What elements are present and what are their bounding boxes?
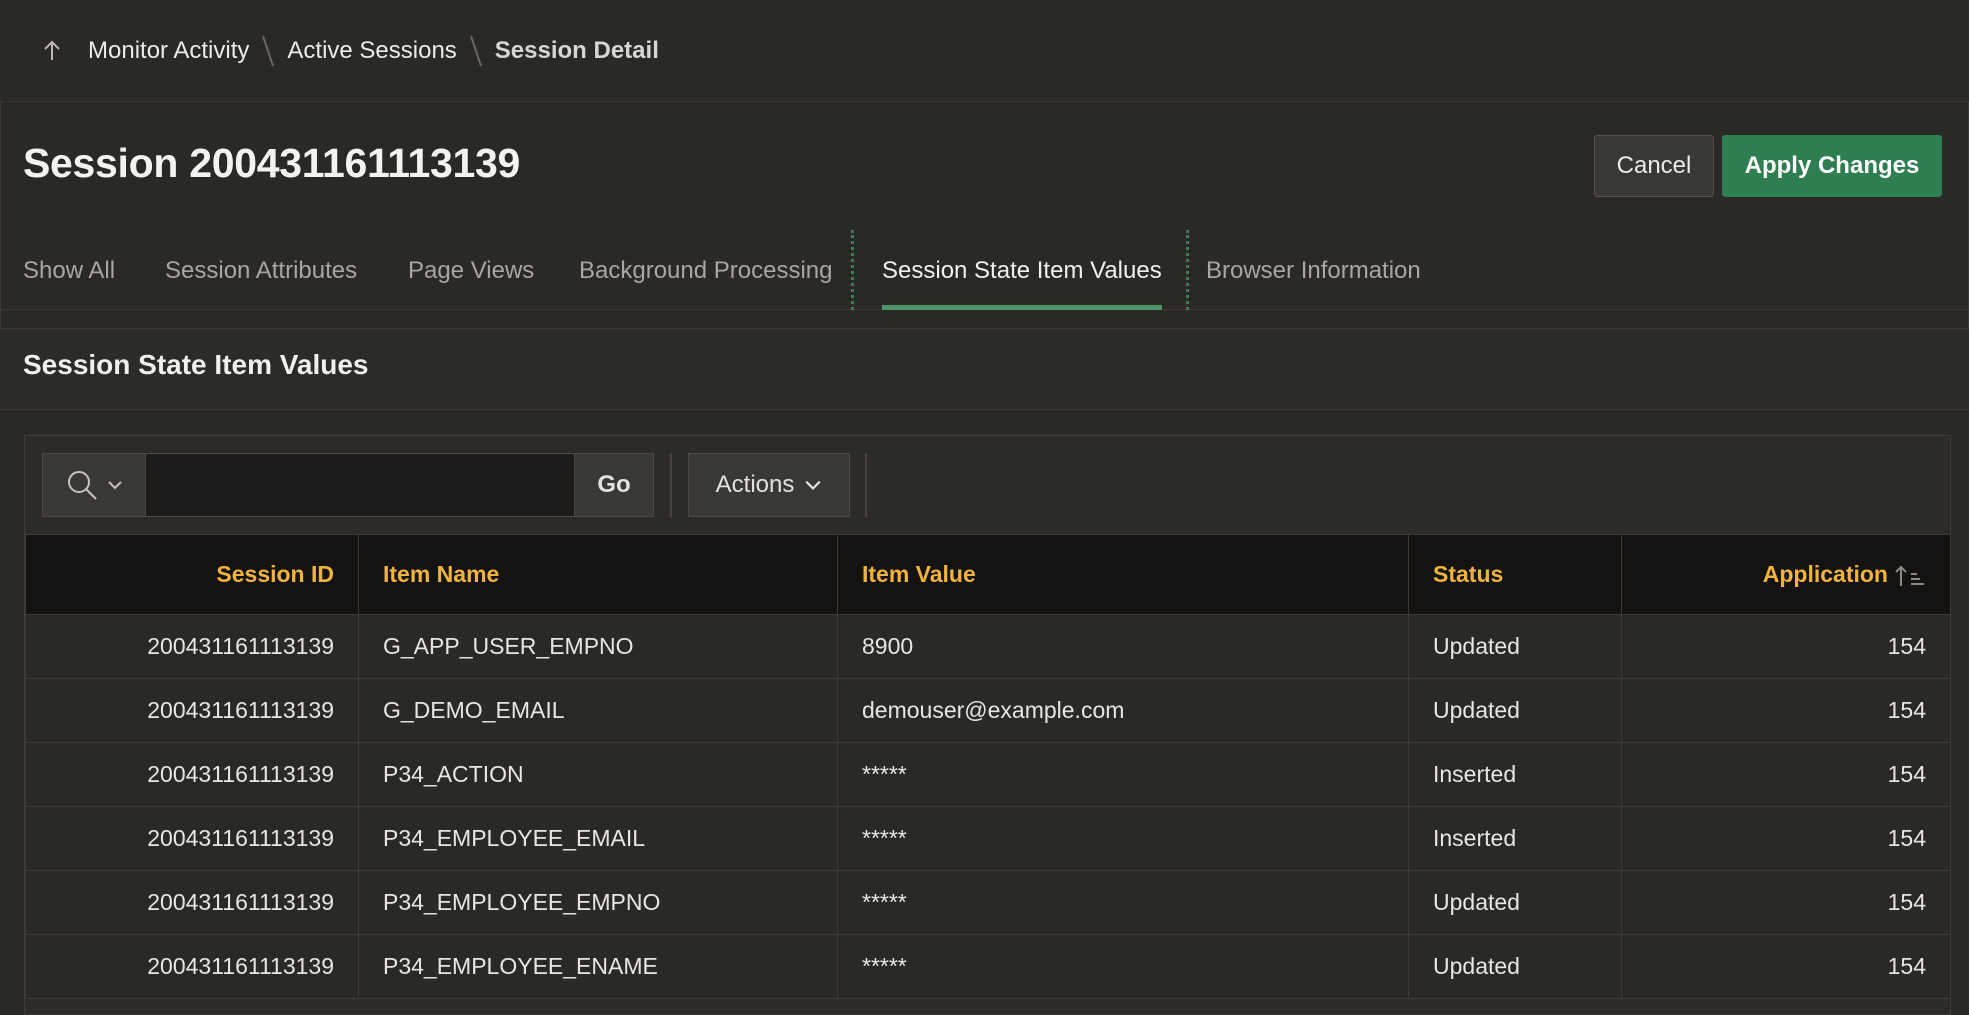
cell-application: 154 (1621, 870, 1951, 935)
cell-session-id: 200431161113139 (25, 614, 359, 679)
actions-label: Actions (715, 471, 795, 498)
tab-session-attributes[interactable]: Session Attributes (165, 230, 357, 310)
column-header-item-value[interactable]: Item Value (837, 534, 1409, 615)
table-row: 200431161113139 P34_EMPLOYEE_EMAIL *****… (25, 806, 1951, 871)
table-header-row: Session ID Item Name Item Value Status A… (25, 534, 1951, 615)
column-header-application[interactable]: Application (1621, 534, 1951, 615)
region-header: Session State Item Values (0, 328, 1969, 410)
breadcrumb-active-sessions[interactable]: Active Sessions (287, 37, 456, 65)
cell-session-id: 200431161113139 (25, 678, 359, 743)
cell-item-name: P34_EMPLOYEE_ENAME (358, 934, 838, 999)
cell-session-id: 200431161113139 (25, 806, 359, 871)
toolbar-divider (865, 453, 867, 517)
cancel-button[interactable]: Cancel (1594, 135, 1714, 197)
cell-session-id: 200431161113139 (25, 742, 359, 807)
cell-item-value: ***** (837, 742, 1409, 807)
arrow-up-icon[interactable] (40, 39, 64, 63)
column-header-item-name[interactable]: Item Name (358, 534, 838, 615)
tab-page-views[interactable]: Page Views (408, 230, 534, 310)
sort-ascending-icon (1895, 565, 1924, 586)
cell-status: Inserted (1408, 806, 1622, 871)
search-icon (68, 471, 97, 500)
tab-session-state-item-values[interactable]: Session State Item Values (882, 230, 1162, 310)
table-row: 200431161113139 P34_EMPLOYEE_EMPNO *****… (25, 870, 1951, 935)
table-row: 200431161113139 P34_EMPLOYEE_ENAME *****… (25, 934, 1951, 999)
column-header-application-label: Application (1762, 561, 1888, 587)
tab-browser-information[interactable]: Browser Information (1206, 230, 1421, 310)
breadcrumb-separator-icon (262, 35, 275, 66)
cell-status: Updated (1408, 678, 1622, 743)
column-header-status[interactable]: Status (1408, 534, 1622, 615)
page-title: Session 200431161113139 (23, 140, 520, 186)
cell-application: 154 (1621, 678, 1951, 743)
tab-show-all[interactable]: Show All (23, 230, 115, 310)
table-row: 200431161113139 P34_ACTION ***** Inserte… (25, 742, 1951, 807)
go-button[interactable]: Go (574, 453, 654, 517)
tab-divider (851, 230, 854, 310)
cell-status: Inserted (1408, 742, 1622, 807)
cell-status: Updated (1408, 934, 1622, 999)
cell-status: Updated (1408, 870, 1622, 935)
cell-item-value: ***** (837, 870, 1409, 935)
cell-item-name: P34_ACTION (358, 742, 838, 807)
cell-item-value: ***** (837, 806, 1409, 871)
tab-background-processing[interactable]: Background Processing (579, 230, 832, 310)
cell-session-id: 200431161113139 (25, 870, 359, 935)
cell-item-name: G_DEMO_EMAIL (358, 678, 838, 743)
cell-item-name: G_APP_USER_EMPNO (358, 614, 838, 679)
region-title: Session State Item Values (23, 349, 369, 380)
cell-session-id: 200431161113139 (25, 934, 359, 999)
breadcrumb-separator-icon (469, 35, 482, 66)
actions-menu-button[interactable]: Actions (688, 453, 850, 517)
cell-item-value: 8900 (837, 614, 1409, 679)
breadcrumb-monitor-activity[interactable]: Monitor Activity (88, 37, 249, 65)
table-row: 200431161113139 G_APP_USER_EMPNO 8900 Up… (25, 614, 1951, 679)
cell-application: 154 (1621, 614, 1951, 679)
cell-item-value: ***** (837, 934, 1409, 999)
toolbar-divider (670, 453, 672, 517)
cell-status: Updated (1408, 614, 1622, 679)
search-column-selector[interactable] (42, 453, 146, 517)
search-input[interactable] (145, 453, 575, 517)
cell-application: 154 (1621, 934, 1951, 999)
cell-item-value: demouser@example.com (837, 678, 1409, 743)
cell-item-name: P34_EMPLOYEE_EMPNO (358, 870, 838, 935)
cell-application: 154 (1621, 806, 1951, 871)
report-table: Session ID Item Name Item Value Status A… (25, 534, 1951, 999)
apply-changes-button[interactable]: Apply Changes (1722, 135, 1942, 197)
table-row: 200431161113139 G_DEMO_EMAIL demouser@ex… (25, 678, 1951, 743)
tab-bar: Show All Session Attributes Page Views B… (0, 230, 1969, 310)
cell-application: 154 (1621, 742, 1951, 807)
cell-item-name: P34_EMPLOYEE_EMAIL (358, 806, 838, 871)
chevron-down-icon (108, 481, 122, 490)
breadcrumb-current: Session Detail (494, 36, 659, 64)
tab-divider (1186, 230, 1189, 310)
breadcrumb: Monitor Activity Active Sessions Session… (0, 0, 1969, 102)
column-header-session-id[interactable]: Session ID (25, 534, 359, 615)
chevron-down-icon (805, 480, 821, 490)
